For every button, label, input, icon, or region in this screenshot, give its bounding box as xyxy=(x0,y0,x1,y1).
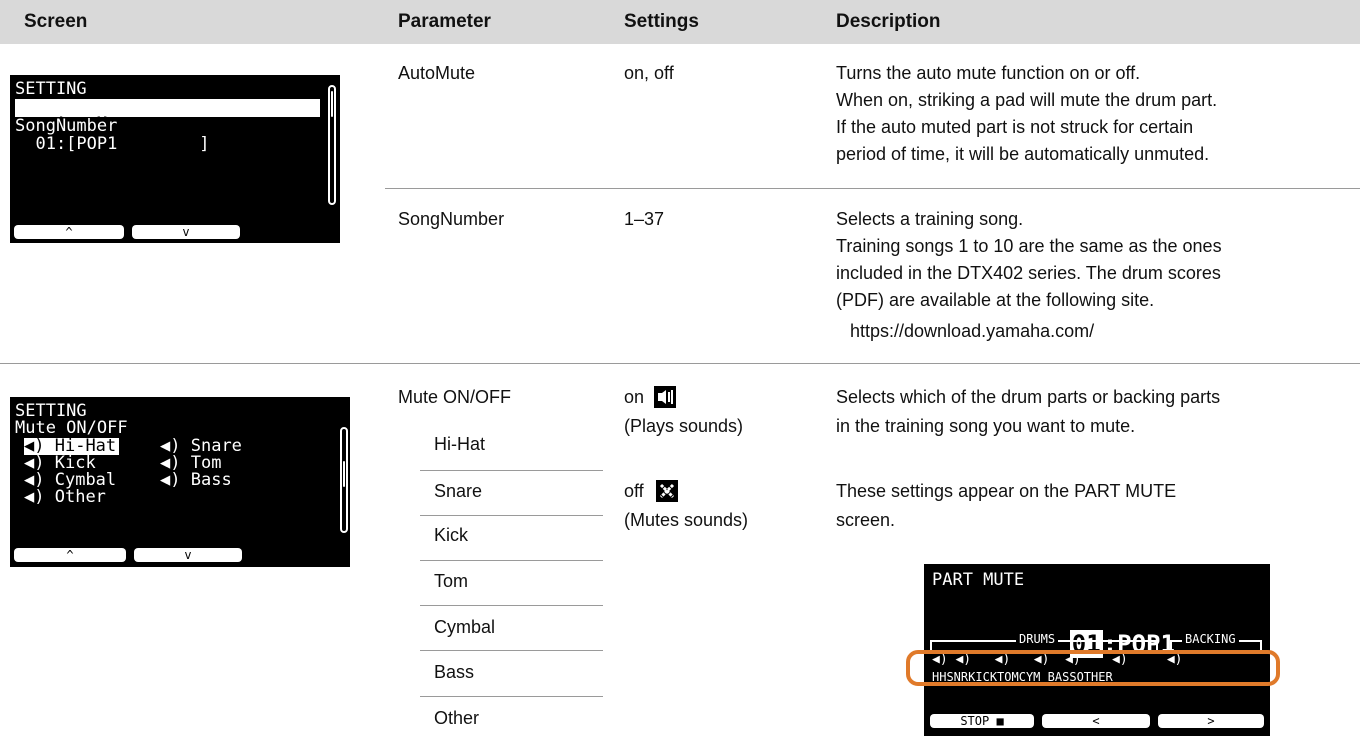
scrollbar xyxy=(328,85,336,205)
param-songnumber: SongNumber xyxy=(398,209,505,229)
param-mute: Mute ON/OFF xyxy=(398,387,512,407)
part-divider xyxy=(420,696,603,697)
header-parameter: Parameter xyxy=(398,11,491,32)
desc-mute-3: These settings appear on the PART MUTE xyxy=(836,481,1177,501)
desc-songnumber-4: (PDF) are available at the following sit… xyxy=(836,290,1155,310)
speaker-row-highlight xyxy=(906,650,1280,686)
prev-button[interactable]: < xyxy=(1042,714,1150,728)
part-divider xyxy=(420,560,603,561)
up-button[interactable]: ^ xyxy=(14,548,126,562)
speaker-icon: ◀) xyxy=(24,487,45,507)
desc-automute-1: Turns the auto mute function on or off. xyxy=(836,63,1141,83)
setting-on: on xyxy=(624,387,645,407)
part-mute-title: PART MUTE xyxy=(932,570,1025,590)
speaker-on-icon xyxy=(654,386,676,408)
setting-lcd-mute: SETTING Mute ON/OFF ◀) Hi-Hat ◀) Snare ◀… xyxy=(10,397,350,567)
desc-mute-2: in the training song you want to mute. xyxy=(836,416,1136,436)
part-divider xyxy=(420,605,603,606)
desc-mute-4: screen. xyxy=(836,510,896,530)
header-description: Description xyxy=(836,11,941,32)
row-divider xyxy=(385,188,1360,189)
desc-mute-1: Selects which of the drum parts or backi… xyxy=(836,387,1221,407)
backing-label: BACKING xyxy=(1182,633,1239,646)
part-cymbal: Cymbal xyxy=(434,617,496,637)
download-url: https://download.yamaha.com/ xyxy=(850,321,1095,341)
setting-lcd-automute: SETTING AutoMute on SongNumber 01:[POP1 … xyxy=(10,75,340,243)
section-divider xyxy=(0,363,1360,364)
setting-off: off xyxy=(624,481,644,501)
desc-automute-4: period of time, it will be automatically… xyxy=(836,144,1210,164)
drums-label: DRUMS xyxy=(1016,633,1059,646)
down-button[interactable]: v xyxy=(134,548,242,562)
part-divider xyxy=(420,515,603,516)
part-snare: Snare xyxy=(434,481,483,501)
down-button[interactable]: v xyxy=(132,225,240,239)
header-settings: Settings xyxy=(624,11,699,32)
part-other: Other xyxy=(434,708,480,728)
desc-automute-3: If the auto muted part is not struck for… xyxy=(836,117,1194,137)
lcd-row-song: 01:[POP1 ] xyxy=(15,134,210,154)
desc-songnumber-3: included in the DTX402 series. The drum … xyxy=(836,263,1221,283)
lcd-part-other: ◀) Other xyxy=(24,487,106,507)
part-divider xyxy=(420,650,603,651)
mute-x-icon xyxy=(656,480,678,502)
part-bass: Bass xyxy=(434,662,475,682)
stop-button[interactable]: STOP ■ xyxy=(930,714,1034,728)
lcd-part-bass: ◀) Bass xyxy=(160,470,232,490)
scrollbar xyxy=(340,427,348,533)
part-divider xyxy=(420,470,603,471)
stop-square-icon: ■ xyxy=(996,714,1004,728)
table-header: Screen Parameter Settings Description xyxy=(0,0,1360,44)
part-tom: Tom xyxy=(434,571,469,591)
desc-automute-2: When on, striking a pad will mute the dr… xyxy=(836,90,1218,110)
part-kick: Kick xyxy=(434,525,469,545)
lcd-row-songnumber: SongNumber xyxy=(15,116,118,136)
header-screen: Screen xyxy=(24,11,88,32)
lcd-row-value: on xyxy=(295,131,316,151)
lcd-subtitle: Mute ON/OFF xyxy=(15,418,128,438)
speaker-icon: ◀) xyxy=(160,470,181,490)
setting-on-note: (Plays sounds) xyxy=(624,416,744,436)
settings-automute: on, off xyxy=(624,63,674,83)
up-button[interactable]: ^ xyxy=(14,225,124,239)
param-automute: AutoMute xyxy=(398,63,476,83)
desc-songnumber-2: Training songs 1 to 10 are the same as t… xyxy=(836,236,1222,256)
setting-off-note: (Mutes sounds) xyxy=(624,510,749,530)
part-hihat: Hi-Hat xyxy=(434,434,486,454)
desc-songnumber-1: Selects a training song. xyxy=(836,209,1024,229)
lcd-title: SETTING xyxy=(15,79,87,99)
lcd-row-automute: AutoMute on xyxy=(15,99,320,150)
settings-songnumber: 1–37 xyxy=(624,209,665,229)
next-button[interactable]: > xyxy=(1158,714,1264,728)
